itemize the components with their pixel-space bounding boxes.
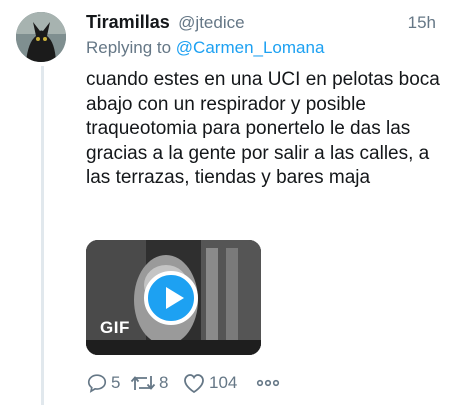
play-icon [166,287,184,309]
like-count: 104 [209,373,238,392]
like-action[interactable]: 104 [182,372,256,394]
more-action[interactable] [256,378,280,388]
tweet-header: Tiramillas @jtedice 15h [86,12,438,38]
retweet-icon [130,376,156,390]
reply-action[interactable]: 5 [86,372,130,394]
cat-avatar-icon [16,12,66,62]
avatar[interactable] [16,12,66,62]
user-handle[interactable]: @jtedice [178,13,244,32]
gif-badge: GIF [100,318,130,337]
reply-count: 5 [111,373,121,392]
gif-media[interactable]: GIF [86,240,261,355]
tweet-actions: 5 8 104 [86,372,280,394]
tweet-text: cuando estes en una UCI en pelotas boca … [86,69,440,188]
thread-line [41,66,44,405]
tweet-content: Tiramillas @jtedice 15h Replying to @Car… [86,12,440,191]
replying-to: Replying to @Carmen_Lomana [86,38,438,62]
reply-icon [87,374,107,393]
tweet-timestamp[interactable]: 15h [408,13,436,33]
play-button[interactable] [144,271,198,325]
heart-icon [184,374,204,394]
retweet-action[interactable]: 8 [130,372,182,394]
display-name[interactable]: Tiramillas [86,12,170,32]
retweet-count: 8 [159,373,169,392]
mention-link[interactable]: @Carmen_Lomana [176,38,325,57]
replying-prefix: Replying to [86,38,172,57]
more-icon [256,379,280,387]
